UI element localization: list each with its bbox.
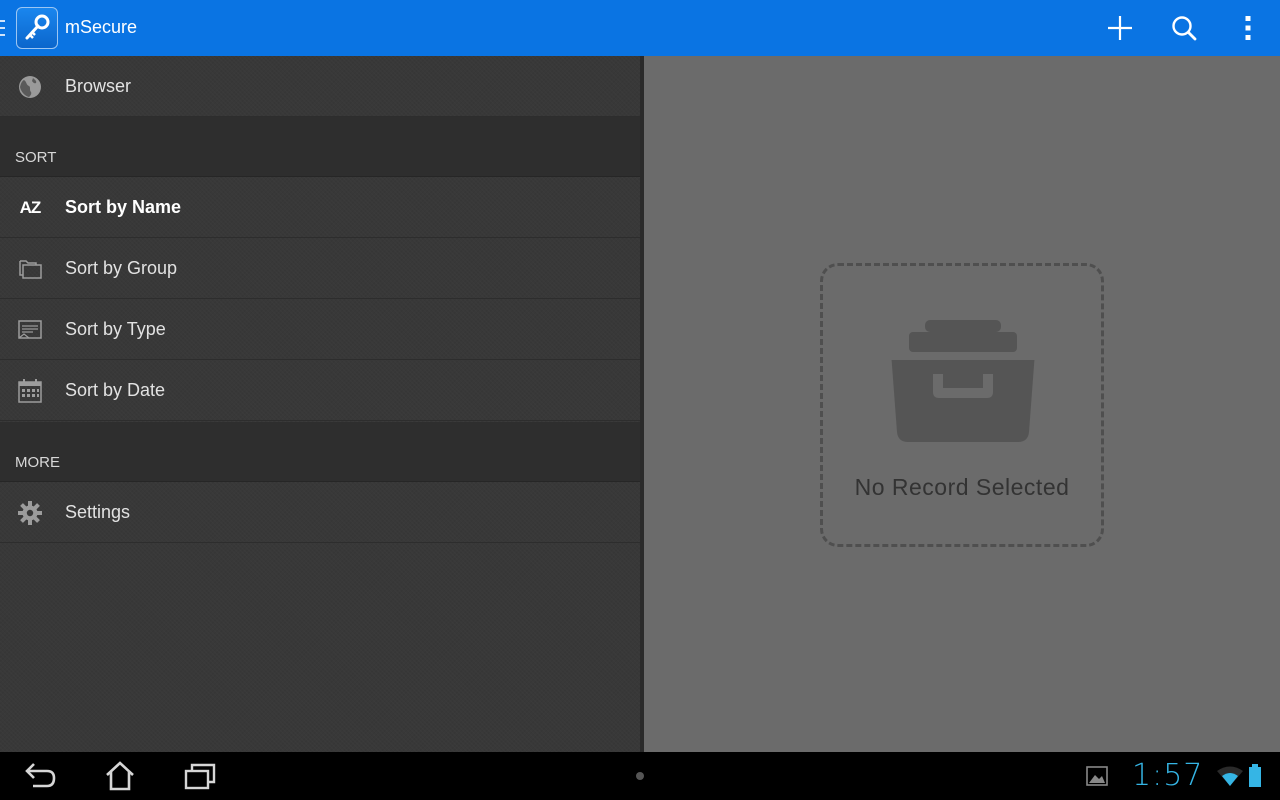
recent-apps-button[interactable] bbox=[176, 758, 224, 794]
drawer-item-settings[interactable]: Settings bbox=[0, 482, 640, 543]
globe-icon bbox=[16, 73, 44, 101]
app-title: mSecure bbox=[65, 17, 138, 37]
add-button[interactable] bbox=[1100, 8, 1140, 48]
system-navigation-bar: 1:57 bbox=[0, 752, 1280, 800]
archive-box-icon bbox=[883, 314, 1043, 444]
search-icon bbox=[1172, 16, 1197, 41]
drawer-item-label: Browser bbox=[65, 76, 132, 96]
drawer-item-label: Sort by Group bbox=[65, 258, 178, 278]
overflow-menu-button[interactable] bbox=[1228, 8, 1268, 48]
drawer-item-sort-by-group[interactable]: Sort by Group bbox=[0, 238, 640, 299]
home-icon bbox=[106, 761, 134, 791]
section-header-label: MORE bbox=[15, 454, 60, 471]
calendar-icon bbox=[16, 377, 44, 405]
navigation-drawer: Browser SORT AZ Sort by Name Sort by Gro… bbox=[0, 56, 640, 752]
add-icon bbox=[1108, 16, 1132, 40]
recent-apps-icon bbox=[184, 763, 216, 790]
status-clock[interactable]: 1:57 bbox=[1132, 758, 1203, 793]
empty-state-message: No Record Selected bbox=[854, 474, 1070, 500]
drawer-item-browser[interactable]: Browser bbox=[0, 56, 640, 117]
wifi-icon bbox=[1216, 764, 1244, 788]
card-icon bbox=[16, 316, 44, 344]
battery-icon bbox=[1248, 764, 1262, 788]
overflow-menu-icon bbox=[1245, 16, 1251, 40]
action-bar: mSecure bbox=[0, 0, 1280, 56]
back-button[interactable] bbox=[16, 758, 64, 794]
drawer-item-label: Sort by Name bbox=[65, 197, 182, 217]
search-button[interactable] bbox=[1164, 8, 1204, 48]
app-logo-key-icon[interactable] bbox=[16, 7, 58, 49]
az-icon: AZ bbox=[19, 198, 42, 217]
section-header-more: MORE bbox=[0, 422, 640, 482]
drawer-item-sort-by-name[interactable]: AZ Sort by Name bbox=[0, 177, 640, 238]
app-root: mSecure Browser SORT AZ Sort by Name Sor… bbox=[0, 0, 1280, 800]
drawer-item-sort-by-date[interactable]: Sort by Date bbox=[0, 360, 640, 421]
back-icon bbox=[25, 763, 56, 788]
empty-state: No Record Selected bbox=[820, 263, 1104, 547]
detail-pane: No Record Selected bbox=[644, 56, 1280, 752]
drawer-item-sort-by-type[interactable]: Sort by Type bbox=[0, 299, 640, 360]
gallery-notification-icon[interactable] bbox=[1086, 764, 1108, 788]
gear-icon bbox=[16, 499, 44, 527]
home-button[interactable] bbox=[96, 758, 144, 794]
section-header-sort: SORT bbox=[0, 117, 640, 177]
drawer-item-label: Settings bbox=[65, 502, 131, 522]
drawer-item-label: Sort by Date bbox=[65, 380, 166, 400]
drawer-item-label: Sort by Type bbox=[65, 319, 166, 339]
section-header-label: SORT bbox=[15, 149, 57, 166]
menu-dot-icon[interactable] bbox=[636, 772, 644, 780]
folders-icon bbox=[16, 255, 44, 283]
drawer-indicator-icon[interactable] bbox=[0, 20, 6, 36]
